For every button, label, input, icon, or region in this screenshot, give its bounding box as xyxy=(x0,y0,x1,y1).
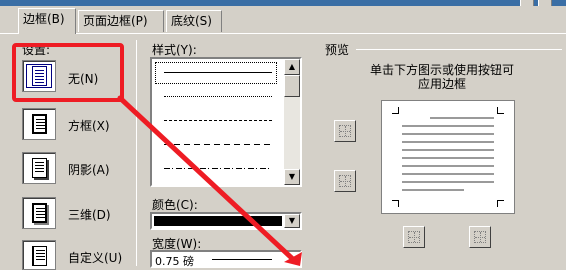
tab-borders-label: 边框(B) xyxy=(23,12,65,26)
annotation-arrow xyxy=(117,95,302,266)
tab-borders[interactable]: 边框(B) xyxy=(18,8,76,34)
